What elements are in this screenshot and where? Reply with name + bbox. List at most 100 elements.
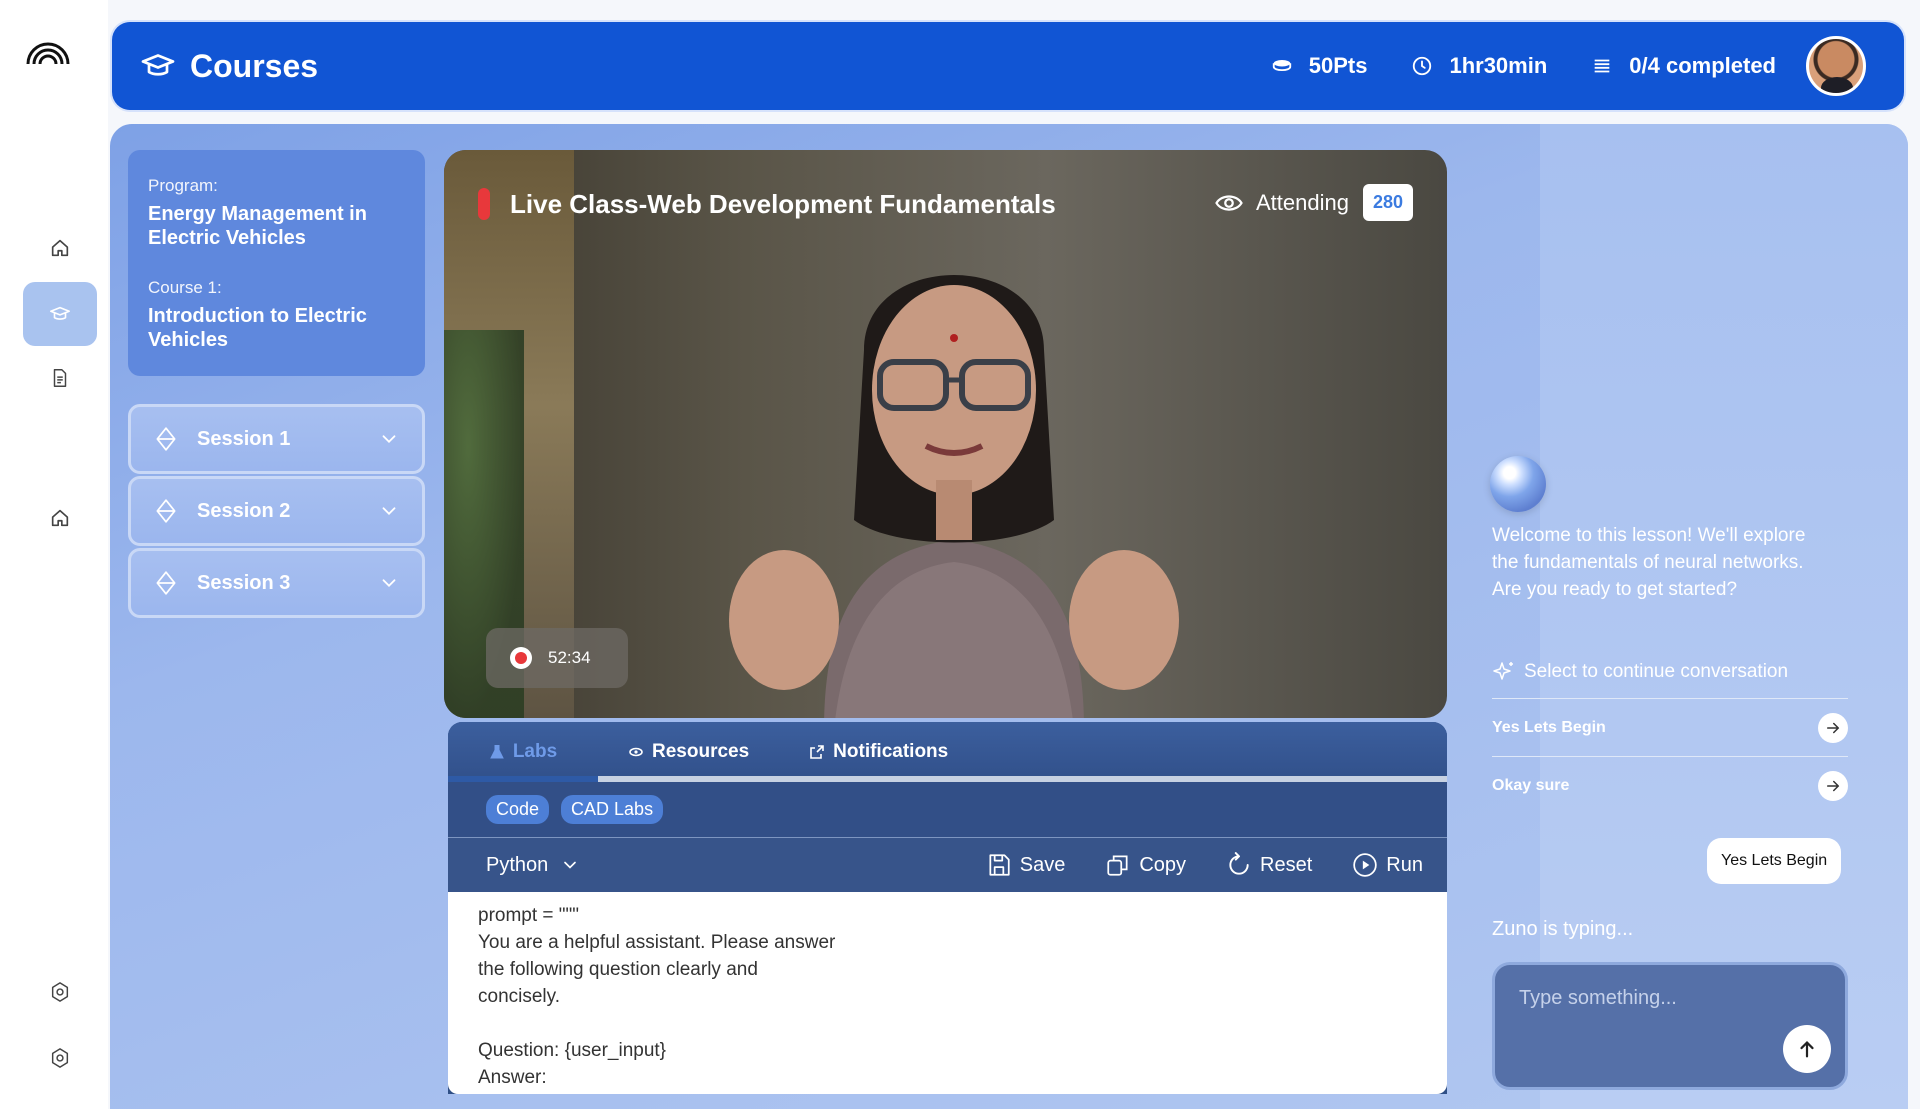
rail-preferences-button[interactable] [23,1026,97,1090]
chat-message-input[interactable]: Type something... [1492,962,1848,1090]
tab-labs[interactable]: Labs [448,722,598,782]
tab-label: Resources [652,741,750,762]
chevron-down-icon [382,435,396,444]
brand-logo-icon [26,42,70,65]
copy-button[interactable]: Copy [1105,852,1186,878]
video-title: Live Class-Web Development Fundamentals [510,188,1056,219]
home-icon [51,509,69,527]
option-label: Yes Lets Begin [1492,718,1606,736]
gear-icon [51,982,69,1002]
points-stat: 50Pts [1271,53,1368,79]
chevron-down-icon [564,861,577,869]
recording-timer: 52:34 [486,628,628,688]
reset-button[interactable]: Reset [1226,852,1312,878]
copy-label: Copy [1139,853,1187,876]
reset-icon [1229,852,1249,875]
chat-input-placeholder: Type something... [1519,987,1677,1009]
course-name: Introduction to Electric Vehicles [148,305,367,351]
tab-resources[interactable]: Resources [598,722,779,782]
attending-label: Attending [1255,189,1349,215]
points-value: 50Pts [1308,53,1368,78]
top-header: Courses 50Pts 1hr30min 0/4 completed [112,22,1904,110]
chip-code[interactable]: Code [486,795,550,824]
assistant-avatar [1490,456,1546,512]
elapsed-time: 52:34 [548,648,591,667]
save-button[interactable]: Save [986,852,1066,878]
live-video-player[interactable]: Live Class-Web Development Fundamentals … [444,150,1447,718]
tab-label: Labs [512,741,558,762]
duration-value: 1hr30min [1449,53,1548,78]
graduation-cap-icon [141,54,175,76]
diamond-icon [156,427,176,451]
diamond-icon [156,571,176,595]
video-title-bar: Live Class-Web Development Fundamentals [478,188,1056,220]
assistant-welcome-message: Welcome to this lesson! We'll explore th… [1492,525,1806,600]
program-info-card: Program: Energy Management in Electric V… [128,150,425,376]
chip-cad-labs[interactable]: CAD Labs [561,795,664,824]
chat-option-1[interactable]: Yes Lets Begin [1492,698,1848,756]
select-prompt: Select to continue conversation [1492,660,1788,684]
copy-icon [1107,855,1128,876]
clock-icon [1413,56,1432,76]
rail-documents-button[interactable] [23,346,97,410]
arrow-right-icon [1818,712,1848,743]
chevron-down-icon [382,507,396,516]
rail-home-secondary-button[interactable] [23,486,97,550]
run-button[interactable]: Run [1352,852,1423,878]
record-icon [510,647,532,669]
option-label: Okay sure [1492,776,1570,794]
arrow-up-icon [1800,1041,1814,1058]
code-toolbar: Python Save Copy Reset Run [448,838,1447,892]
run-label: Run [1386,853,1423,876]
language-select[interactable]: Python [486,854,580,877]
labs-panel: Labs Resources Notifications Code CAD La… [448,722,1447,1094]
code-editor[interactable]: prompt = """ You are a helpful assistant… [448,892,1447,1094]
list-icon [1594,59,1610,73]
course-label: Course 1: [148,278,222,297]
save-label: Save [1019,853,1066,876]
user-reply-bubble: Yes Lets Begin [1707,838,1842,884]
arrow-right-icon [1818,770,1848,801]
link-icon [629,747,643,757]
typing-indicator: Zuno is typing... [1492,918,1634,940]
tab-label: Notifications [833,741,949,762]
reset-label: Reset [1260,853,1313,876]
send-button[interactable] [1783,1025,1831,1073]
progress-stat: 0/4 completed [1591,53,1776,79]
diamond-icon [156,499,176,523]
page-title-text: Courses [190,47,319,84]
session-label: Session 1 [197,427,291,450]
session-accordion-2[interactable]: Session 2 [128,476,425,546]
chat-option-2[interactable]: Okay sure [1492,756,1848,814]
session-label: Session 3 [197,571,291,594]
document-icon [53,369,67,387]
rail-home-button[interactable] [23,216,97,280]
rail-courses-button[interactable] [23,282,97,346]
home-icon [51,239,69,257]
gear-icon [51,1048,69,1068]
session-accordion-3[interactable]: Session 3 [128,548,425,618]
graduation-cap-icon [50,306,70,320]
lab-type-chips: Code CAD Labs [448,782,1447,838]
eye-icon [1215,194,1243,211]
language-value: Python [486,853,549,876]
attending-counter: Attending 280 [1214,184,1413,221]
duration-stat: 1hr30min [1411,53,1547,79]
rail-settings-button[interactable] [23,960,97,1024]
program-name: Energy Management in Electric Vehicles [148,203,367,249]
program-label: Program: [148,176,218,195]
user-avatar[interactable] [1806,36,1866,96]
labs-tabs: Labs Resources Notifications [448,722,1447,782]
session-label: Session 2 [197,499,291,522]
play-icon [1353,853,1377,877]
select-prompt-text: Select to continue conversation [1524,661,1789,682]
progress-value: 0/4 completed [1629,53,1776,78]
save-icon [989,854,1010,876]
presenter-video-frame [729,275,1179,718]
sparkle-icon [1493,662,1513,680]
attending-count: 280 [1362,184,1413,221]
tab-notifications[interactable]: Notifications [779,722,978,782]
left-rail [0,0,108,1109]
page-title: Courses [140,48,318,85]
session-accordion-1[interactable]: Session 1 [128,404,425,474]
